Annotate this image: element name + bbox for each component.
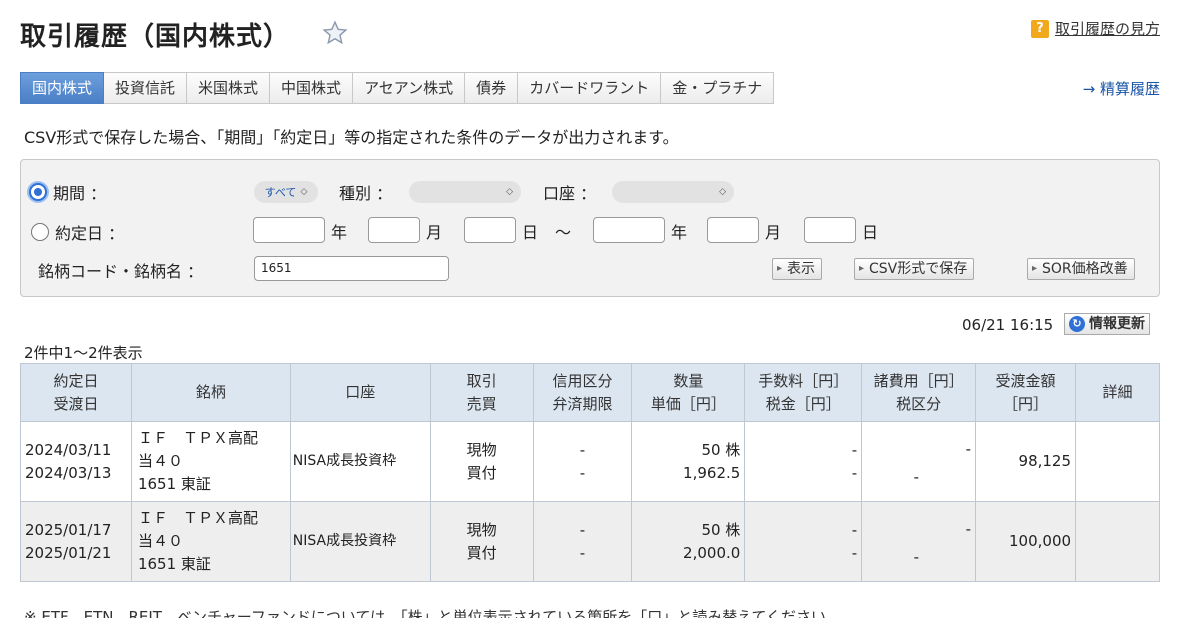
- col-dates: 約定日 受渡日: [20, 363, 132, 422]
- col-trade: 取引 売買: [429, 363, 534, 422]
- tab-us-stocks[interactable]: 米国株式: [187, 72, 271, 104]
- chevron-updown-icon: ◇: [300, 187, 308, 197]
- period-row: 期間 ：: [29, 180, 106, 204]
- market-tabs: 国内株式 投資信託 米国株式 中国株式 アセアン株式 債券 カバードワラント 金…: [20, 72, 775, 104]
- tab-covered-warrants[interactable]: カバードワラント: [518, 72, 662, 104]
- col-amount: 受渡金額 ［円］: [975, 363, 1077, 422]
- qty-cell: 50 株 1,962.5: [631, 421, 746, 502]
- credit-cell: --: [532, 421, 633, 502]
- expense-cell: --: [861, 501, 977, 582]
- history-table: 約定日 受渡日 銘柄 口座 取引 売買 信用区分 弁済期限 数量 単価［円］ 手数料［円…: [20, 363, 1160, 582]
- csv-description: CSV形式で保存した場合、「期間」「約定日」等の指定された条件のデータが出力され…: [24, 128, 679, 147]
- tab-domestic-stocks[interactable]: 国内株式: [20, 72, 105, 104]
- detail-cell: [1075, 501, 1160, 582]
- col-account: 口座: [289, 363, 431, 422]
- qty-cell: 50 株 2,000.0: [631, 501, 746, 582]
- to-year-label: 年: [671, 223, 688, 242]
- chevron-updown-icon: ◇: [506, 187, 513, 197]
- page-title: 取引履歴（国内株式）: [20, 22, 291, 52]
- refresh-icon: ↻: [1069, 316, 1085, 332]
- amount-cell: 100,000: [975, 501, 1077, 582]
- trade-date-row: 約定日 ：: [31, 220, 124, 244]
- refresh-button[interactable]: ↻ 情報更新: [1064, 313, 1150, 335]
- sor-button[interactable]: SOR価格改善: [1027, 258, 1135, 280]
- trade-date-radio[interactable]: [31, 223, 49, 241]
- from-year-label: 年: [331, 223, 348, 242]
- refresh-label: 情報更新: [1089, 316, 1145, 332]
- from-month-label: 月: [426, 223, 443, 242]
- tab-gold-platinum[interactable]: 金・プラチナ: [661, 72, 775, 104]
- credit-cell: --: [532, 501, 633, 582]
- star-icon[interactable]: [322, 20, 348, 46]
- fee-cell: --: [744, 421, 863, 502]
- tab-china-stocks[interactable]: 中国株式: [270, 72, 354, 104]
- table-header: 約定日 受渡日 銘柄 口座 取引 売買 信用区分 弁済期限 数量 単価［円］ 手数料［円…: [20, 363, 1160, 422]
- period-select-value: すべて: [264, 186, 297, 199]
- footnote: ※ ETF、ETN、REIT、ベンチャーファンドについては、「株」と単位表示され…: [24, 608, 842, 618]
- account-cell: NISA成長投資枠: [289, 421, 431, 502]
- from-year-input[interactable]: [253, 217, 325, 243]
- update-time: 06/21 16:15: [962, 316, 1054, 334]
- col-expense: 諸費用［円］ 税区分: [861, 363, 977, 422]
- filter-panel: 期間 ： すべて ◇ 種別 ： ◇ 口座 ： ◇ 約定日 ： 年 月 日 〜 年 …: [20, 159, 1160, 297]
- dates-cell: 2024/03/11 2024/03/13: [20, 421, 132, 502]
- period-label: 期間 ：: [53, 184, 107, 203]
- table-row: 2025/01/17 2025/01/21 ＩＦ ＴＰＸ高配 当４０ 1651 東証 …: [20, 501, 1160, 582]
- from-day-label: 日: [522, 223, 539, 242]
- to-day-label: 日: [862, 223, 879, 242]
- period-select[interactable]: すべて ◇: [254, 181, 318, 203]
- code-label: 銘柄コード・銘柄名 ：: [38, 262, 204, 281]
- expense-cell: --: [861, 421, 977, 502]
- type-select[interactable]: ◇: [409, 181, 521, 203]
- show-button[interactable]: 表示: [772, 258, 822, 280]
- from-month-input[interactable]: [368, 217, 420, 243]
- code-input[interactable]: 1651: [254, 256, 449, 281]
- help-icon: ?: [1030, 19, 1049, 38]
- account-label: 口座 ：: [543, 184, 597, 203]
- col-detail: 詳細: [1075, 363, 1160, 422]
- fee-cell: --: [744, 501, 863, 582]
- detail-cell: [1075, 421, 1160, 502]
- result-count: 2件中1〜2件表示: [24, 344, 143, 362]
- from-day-input[interactable]: [464, 217, 516, 243]
- trade-cell: 現物 買付: [429, 501, 534, 582]
- period-radio[interactable]: [29, 183, 47, 201]
- to-day-input[interactable]: [804, 217, 856, 243]
- col-fee: 手数料［円］ 税金［円］: [744, 363, 863, 422]
- account-cell: NISA成長投資枠: [289, 501, 431, 582]
- range-tilde: 〜: [555, 223, 572, 242]
- type-label: 種別 ：: [339, 184, 393, 203]
- to-month-label: 月: [765, 223, 782, 242]
- to-year-input[interactable]: [593, 217, 665, 243]
- name-cell: ＩＦ ＴＰＸ高配 当４０ 1651 東証: [130, 421, 291, 502]
- settlement-history-link[interactable]: → 精算履歴: [1083, 78, 1160, 99]
- trade-cell: 現物 買付: [429, 421, 534, 502]
- csv-save-button[interactable]: CSV形式で保存: [854, 258, 975, 280]
- help[interactable]: ? 取引履歴の見方: [1030, 18, 1160, 39]
- dates-cell: 2025/01/17 2025/01/21: [20, 501, 132, 582]
- col-credit: 信用区分 弁済期限: [532, 363, 633, 422]
- name-cell: ＩＦ ＴＰＸ高配 当４０ 1651 東証: [130, 501, 291, 582]
- col-name: 銘柄: [130, 363, 291, 422]
- account-select[interactable]: ◇: [612, 181, 734, 203]
- table-row: 2024/03/11 2024/03/13 ＩＦ ＴＰＸ高配 当４０ 1651 東証 …: [20, 421, 1160, 502]
- amount-cell: 98,125: [975, 421, 1077, 502]
- chevron-updown-icon: ◇: [719, 187, 726, 197]
- tab-asean-stocks[interactable]: アセアン株式: [353, 72, 466, 104]
- col-qty: 数量 単価［円］: [631, 363, 746, 422]
- tab-bonds[interactable]: 債券: [465, 72, 519, 104]
- tab-investment-trusts[interactable]: 投資信託: [104, 72, 188, 104]
- help-link[interactable]: 取引履歴の見方: [1055, 18, 1160, 39]
- to-month-input[interactable]: [707, 217, 759, 243]
- trade-date-label: 約定日 ：: [55, 224, 125, 243]
